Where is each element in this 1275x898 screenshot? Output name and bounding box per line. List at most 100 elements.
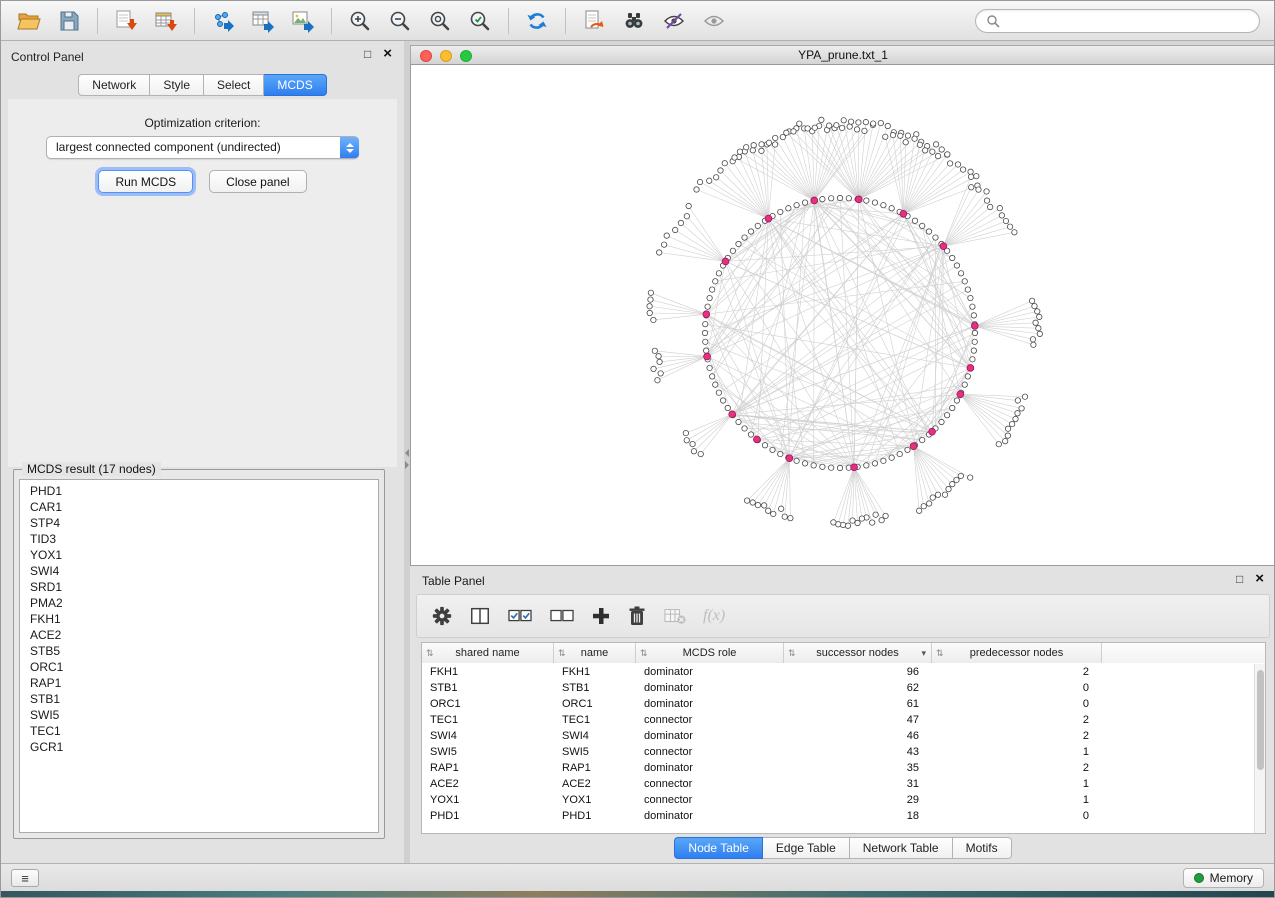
network-node[interactable] — [1030, 337, 1035, 342]
network-node[interactable] — [743, 145, 748, 150]
network-node[interactable] — [765, 508, 770, 513]
network-node[interactable] — [873, 512, 878, 517]
network-node[interactable] — [968, 174, 973, 179]
network-hub-node[interactable] — [811, 197, 818, 204]
network-node[interactable] — [672, 227, 677, 232]
mcds-node-item[interactable]: TEC1 — [30, 723, 378, 739]
network-node[interactable] — [997, 205, 1002, 210]
network-node[interactable] — [939, 147, 944, 152]
network-hub-node[interactable] — [940, 243, 947, 250]
export-network-button[interactable] — [205, 5, 241, 37]
network-node[interactable] — [954, 477, 959, 482]
network-node[interactable] — [972, 339, 977, 344]
network-node[interactable] — [683, 430, 688, 435]
network-node[interactable] — [773, 135, 778, 140]
network-node[interactable] — [707, 178, 712, 183]
network-node[interactable] — [828, 465, 833, 470]
table-row[interactable]: ORC1ORC1dominator610 — [422, 696, 1254, 712]
network-node[interactable] — [919, 223, 924, 228]
network-node[interactable] — [1037, 331, 1042, 336]
network-node[interactable] — [919, 437, 924, 442]
export-webpage-button[interactable] — [576, 5, 612, 37]
network-node[interactable] — [694, 187, 699, 192]
optimization-criterion-select[interactable]: largest connected component (undirected) — [46, 136, 359, 159]
network-hub-node[interactable] — [722, 258, 729, 265]
network-node[interactable] — [960, 167, 965, 172]
network-node[interactable] — [958, 473, 963, 478]
network-node[interactable] — [716, 390, 721, 395]
column-header-name[interactable]: ⇅name — [554, 643, 636, 663]
network-node[interactable] — [828, 196, 833, 201]
network-node[interactable] — [962, 279, 967, 284]
network-node[interactable] — [826, 123, 831, 128]
network-node[interactable] — [720, 398, 725, 403]
network-node[interactable] — [657, 359, 662, 364]
network-node[interactable] — [771, 511, 776, 516]
network-node[interactable] — [794, 458, 799, 463]
network-node[interactable] — [709, 374, 714, 379]
network-node[interactable] — [930, 149, 935, 154]
mcds-node-item[interactable]: SWI5 — [30, 707, 378, 723]
mcds-node-item[interactable]: GCR1 — [30, 739, 378, 755]
create-column-button[interactable] — [591, 601, 611, 631]
network-node[interactable] — [954, 398, 959, 403]
column-header-successor-nodes[interactable]: ⇅successor nodes▾ — [784, 643, 932, 663]
network-node[interactable] — [950, 405, 955, 410]
network-node[interactable] — [648, 297, 653, 302]
network-node[interactable] — [755, 502, 760, 507]
delete-column-button[interactable] — [627, 601, 647, 631]
network-node[interactable] — [1031, 342, 1036, 347]
network-node[interactable] — [970, 357, 975, 362]
network-node[interactable] — [794, 202, 799, 207]
network-node[interactable] — [950, 255, 955, 260]
network-node[interactable] — [942, 492, 947, 497]
network-node[interactable] — [656, 250, 661, 255]
network-node[interactable] — [855, 520, 860, 525]
network-node[interactable] — [697, 179, 702, 184]
network-node[interactable] — [862, 128, 867, 133]
network-hub-node[interactable] — [971, 323, 978, 330]
network-node[interactable] — [805, 126, 810, 131]
zoom-fit-button[interactable] — [422, 5, 458, 37]
network-node[interactable] — [703, 321, 708, 326]
network-node[interactable] — [848, 119, 853, 124]
mcds-node-item[interactable]: STB1 — [30, 691, 378, 707]
network-node[interactable] — [690, 441, 695, 446]
network-node[interactable] — [1013, 416, 1018, 421]
network-node[interactable] — [732, 155, 737, 160]
network-node[interactable] — [955, 162, 960, 167]
network-node[interactable] — [837, 195, 842, 200]
search-input[interactable] — [1006, 14, 1249, 28]
table-row[interactable]: FKH1FKH1dominator962 — [422, 664, 1254, 680]
network-node[interactable] — [684, 214, 689, 219]
export-table-button[interactable] — [245, 5, 281, 37]
tab-select[interactable]: Select — [204, 74, 264, 96]
network-node[interactable] — [1007, 224, 1012, 229]
network-node[interactable] — [819, 117, 824, 122]
network-node[interactable] — [1005, 426, 1010, 431]
network-node[interactable] — [916, 508, 921, 513]
network-node[interactable] — [972, 330, 977, 335]
menu-button[interactable]: ≡ — [11, 869, 39, 887]
network-node[interactable] — [1019, 406, 1024, 411]
network-node[interactable] — [655, 378, 660, 383]
network-node[interactable] — [933, 235, 938, 240]
select-stepper-icon[interactable] — [340, 137, 359, 158]
network-node[interactable] — [652, 348, 657, 353]
network-node[interactable] — [709, 287, 714, 292]
network-node[interactable] — [784, 130, 789, 135]
network-node[interactable] — [820, 464, 825, 469]
network-hub-node[interactable] — [851, 464, 858, 471]
network-hub-node[interactable] — [704, 353, 711, 360]
network-node[interactable] — [707, 295, 712, 300]
network-node[interactable] — [651, 366, 656, 371]
table-row[interactable]: SWI4SWI4dominator462 — [422, 728, 1254, 744]
network-node[interactable] — [1035, 309, 1040, 314]
network-node[interactable] — [778, 451, 783, 456]
table-row[interactable]: STB1STB1dominator620 — [422, 680, 1254, 696]
mcds-node-item[interactable]: PHD1 — [30, 483, 378, 499]
network-node[interactable] — [970, 304, 975, 309]
close-panel-icon[interactable]: × — [1255, 573, 1264, 585]
network-node[interactable] — [1009, 421, 1014, 426]
network-node[interactable] — [1033, 320, 1038, 325]
